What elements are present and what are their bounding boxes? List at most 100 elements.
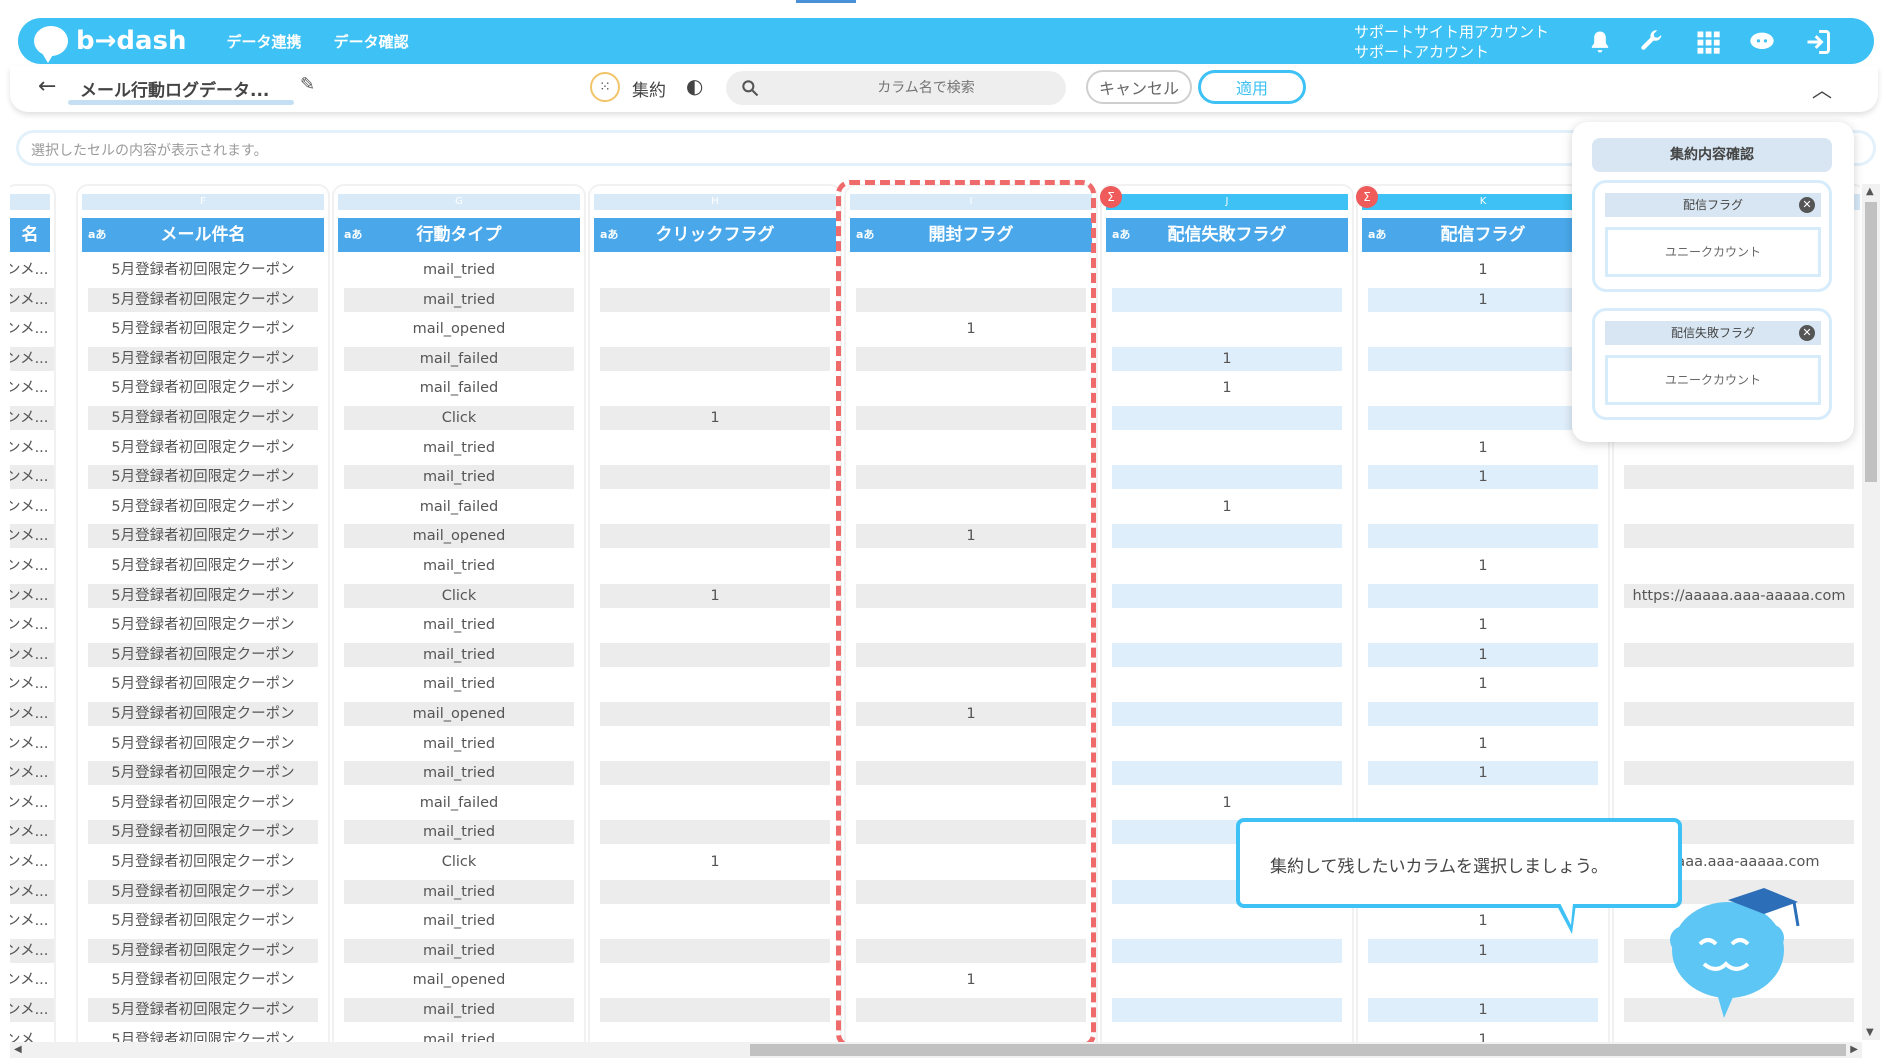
table-cell[interactable]	[1112, 998, 1342, 1022]
column-search[interactable]	[726, 71, 1066, 105]
table-cell[interactable]	[1624, 554, 1854, 578]
table-cell[interactable]: ンメ...	[10, 1028, 54, 1042]
table-cell[interactable]: ンメ...	[10, 376, 54, 400]
close-icon[interactable]: ✕	[1799, 325, 1815, 341]
table-cell[interactable]: ンメ...	[10, 346, 54, 371]
column-header[interactable]: aあ メール件名	[82, 218, 324, 252]
table-cell[interactable]	[600, 346, 830, 371]
table-cell[interactable]: ンメ...	[10, 998, 54, 1022]
table-cell[interactable]	[856, 909, 1086, 933]
scroll-up-icon[interactable]: ▲	[1866, 186, 1874, 197]
table-cell[interactable]: 1	[1368, 287, 1598, 312]
column-letter[interactable]: F	[82, 194, 324, 210]
table-cell[interactable]: 5月登録者初回限定クーポン	[88, 554, 318, 578]
table-cell[interactable]: mail_tried	[344, 287, 574, 312]
table-cell[interactable]: mail_opened	[344, 968, 574, 992]
table-cell[interactable]	[1624, 465, 1854, 490]
table-cell[interactable]: 5月登録者初回限定クーポン	[88, 406, 318, 430]
scroll-down-icon[interactable]: ▼	[1866, 1027, 1874, 1038]
table-cell[interactable]	[856, 287, 1086, 312]
table-cell[interactable]	[856, 583, 1086, 608]
nav-data-integration[interactable]: データ連携	[227, 31, 302, 52]
table-cell[interactable]: mail_tried	[344, 258, 574, 282]
table-cell[interactable]: 5月登録者初回限定クーポン	[88, 583, 318, 608]
table-cell[interactable]	[856, 791, 1086, 815]
table-cell[interactable]	[856, 495, 1086, 519]
horizontal-scrollbar[interactable]: ◀ ▶	[10, 1042, 1862, 1058]
table-cell[interactable]	[856, 1028, 1086, 1042]
column-letter[interactable]: H	[594, 194, 836, 210]
table-cell[interactable]	[1368, 702, 1598, 726]
table-cell[interactable]	[1112, 583, 1342, 608]
table-cell[interactable]	[1624, 1028, 1854, 1042]
table-cell[interactable]	[600, 938, 830, 963]
table-cell[interactable]	[856, 465, 1086, 490]
table-cell[interactable]	[1624, 524, 1854, 549]
table-cell[interactable]: mail_tried	[344, 732, 574, 756]
table-cell[interactable]: 5月登録者初回限定クーポン	[88, 702, 318, 726]
table-cell[interactable]: ンメ...	[10, 613, 54, 637]
table-cell[interactable]	[600, 968, 830, 992]
column-header[interactable]: 名	[10, 218, 50, 252]
table-cell[interactable]: 1	[1368, 436, 1598, 460]
chat-icon[interactable]	[1748, 28, 1776, 56]
table-cell[interactable]: mail_tried	[344, 1028, 574, 1042]
table-cell[interactable]: 1	[600, 583, 830, 608]
table-cell[interactable]	[600, 436, 830, 460]
apply-button[interactable]: 適用	[1198, 70, 1306, 104]
table-cell[interactable]: 1	[1368, 554, 1598, 578]
table-cell[interactable]: 5月登録者初回限定クーポン	[88, 642, 318, 667]
table-cell[interactable]: mail_failed	[344, 495, 574, 519]
table-cell[interactable]: 5月登録者初回限定クーポン	[88, 524, 318, 549]
table-cell[interactable]: ンメ...	[10, 732, 54, 756]
table-cell[interactable]: mail_opened	[344, 524, 574, 549]
table-cell[interactable]	[856, 258, 1086, 282]
column-G[interactable]: Gaあ 行動タイプ mail_tried mail_tried mail_opened m…	[332, 184, 586, 1042]
column-letter[interactable]: I	[850, 194, 1092, 210]
table-cell[interactable]: 5月登録者初回限定クーポン	[88, 1028, 318, 1042]
table-cell[interactable]: ンメ...	[10, 583, 54, 608]
table-cell[interactable]: https://aaaaa.aaa-aaaaa.com	[1624, 583, 1854, 608]
table-cell[interactable]: mail_failed	[344, 376, 574, 400]
nav-data-check[interactable]: データ確認	[334, 31, 409, 52]
column-header[interactable]: aあ 開封フラグ	[850, 218, 1092, 252]
table-cell[interactable]: 1	[856, 968, 1086, 992]
vertical-scroll-thumb[interactable]	[1865, 202, 1877, 482]
table-cell[interactable]	[856, 376, 1086, 400]
table-cell[interactable]	[1112, 642, 1342, 667]
table-cell[interactable]: 5月登録者初回限定クーポン	[88, 820, 318, 845]
table-cell[interactable]	[1112, 406, 1342, 430]
table-cell[interactable]	[856, 998, 1086, 1022]
table-cell[interactable]	[856, 879, 1086, 904]
table-cell[interactable]	[1112, 613, 1342, 637]
table-cell[interactable]: ンメ...	[10, 406, 54, 430]
table-cell[interactable]	[1112, 968, 1342, 992]
table-cell[interactable]: ンメ...	[10, 879, 54, 904]
table-cell[interactable]: ンメ...	[10, 702, 54, 726]
table-cell[interactable]	[1624, 761, 1854, 786]
table-cell[interactable]: 1	[1368, 761, 1598, 786]
table-cell[interactable]: 5月登録者初回限定クーポン	[88, 938, 318, 963]
pencil-icon[interactable]: ✎	[300, 74, 315, 95]
table-cell[interactable]: 1	[1368, 642, 1598, 667]
table-cell[interactable]: ンメ...	[10, 938, 54, 963]
table-cell[interactable]	[600, 1028, 830, 1042]
table-cell[interactable]	[1112, 761, 1342, 786]
table-cell[interactable]: 5月登録者初回限定クーポン	[88, 258, 318, 282]
table-cell[interactable]: mail_tried	[344, 554, 574, 578]
table-cell[interactable]: 1	[1112, 376, 1342, 400]
table-cell[interactable]: ンメ...	[10, 554, 54, 578]
column-I[interactable]: Iaあ 開封フラグ 1 1 1 1	[844, 184, 1098, 1042]
close-icon[interactable]: ✕	[1799, 197, 1815, 213]
column-letter[interactable]	[10, 194, 50, 210]
table-cell[interactable]: ンメ...	[10, 524, 54, 549]
table-cell[interactable]	[1368, 495, 1598, 519]
table-cell[interactable]	[600, 791, 830, 815]
bell-icon[interactable]	[1586, 28, 1614, 56]
table-cell[interactable]: mail_tried	[344, 909, 574, 933]
logo[interactable]: b→dash	[34, 26, 187, 63]
table-cell[interactable]: mail_tried	[344, 613, 574, 637]
table-cell[interactable]	[1112, 524, 1342, 549]
column-H[interactable]: Haあ クリックフラグ 1 1 1	[588, 184, 842, 1042]
table-cell[interactable]: mail_tried	[344, 998, 574, 1022]
